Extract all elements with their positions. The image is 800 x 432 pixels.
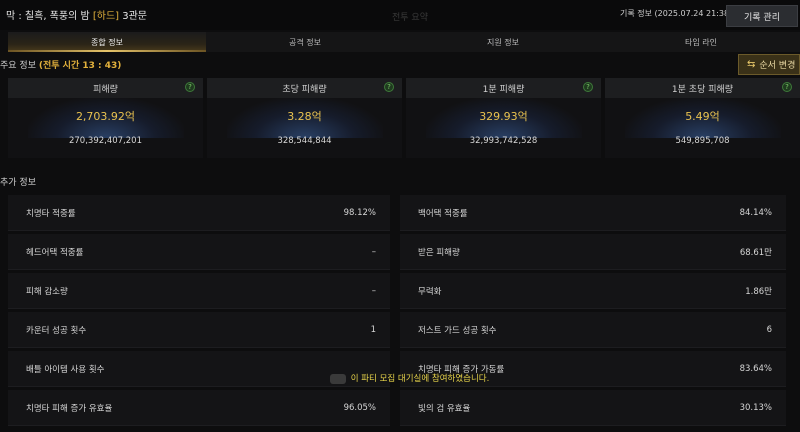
- stat-row: 빛의 검 유효율 30.13%: [400, 390, 786, 426]
- record-manage-button[interactable]: 기록 관리: [726, 5, 798, 27]
- stat-value: 83.64%: [739, 363, 772, 374]
- dps-card: 초당 피해량 ? 3.28억 328,544,844: [207, 78, 402, 158]
- stat-row: 치명타 피해 증가 유효율 96.05%: [8, 390, 390, 426]
- one-minute-damage-card: 1분 피해량 ? 329.93억 32,993,742,528: [406, 78, 601, 158]
- stat-value: 84.14%: [739, 207, 772, 218]
- stat-value: 1: [370, 324, 376, 335]
- tab-support[interactable]: 지원 정보: [404, 32, 602, 52]
- stat-label: 치명타 피해 증가 유효율: [26, 403, 113, 414]
- help-icon[interactable]: ?: [583, 82, 593, 92]
- stat-label: 받은 피해량: [418, 247, 460, 258]
- stat-value: 30.13%: [739, 402, 772, 413]
- stat-label: 무력화: [418, 286, 442, 297]
- one-minute-dps-card: 1분 초당 피해량 ? 5.49억 549,895,708: [605, 78, 800, 158]
- stat-value: –: [371, 285, 376, 296]
- card-main-value: 2,703.92억: [75, 110, 136, 123]
- stat-value: –: [371, 246, 376, 257]
- extra-heading: 추가 정보: [0, 178, 36, 188]
- difficulty-badge: [하드]: [92, 11, 120, 22]
- tab-attack[interactable]: 공격 정보: [206, 32, 404, 52]
- card-title: 피해량: [8, 78, 203, 98]
- card-sub-value: 32,993,742,528: [469, 136, 538, 146]
- raid-title: 막 : 칠흑, 폭풍의 밤 [하드] 3관문: [6, 7, 147, 22]
- system-toast: 이 파티 모집 대기실에 참여하였습니다.: [330, 372, 489, 384]
- card-title: 1분 초당 피해량: [605, 78, 800, 98]
- card-sub-value: 549,895,708: [675, 136, 730, 146]
- stat-label: 카운터 성공 횟수: [26, 325, 87, 336]
- stat-value: 96.05%: [343, 402, 376, 413]
- help-icon[interactable]: ?: [782, 82, 792, 92]
- stat-label: 빛의 검 유효율: [418, 403, 471, 414]
- order-change-button[interactable]: ⇆ 순서 변경: [738, 54, 800, 75]
- stat-row: 백어택 적중률 84.14%: [400, 195, 786, 231]
- card-main-value: 3.28억: [287, 110, 322, 123]
- stat-value: 98.12%: [343, 207, 376, 218]
- card-main-value: 329.93억: [479, 110, 528, 123]
- battle-time: (전투 시간 13 : 43): [38, 61, 122, 71]
- card-title: 1분 피해량: [406, 78, 601, 98]
- order-change-label: 순서 변경: [759, 61, 796, 71]
- gate-label: 3관문: [122, 11, 148, 22]
- stat-value: 1.86만: [745, 286, 772, 297]
- stat-row: 카운터 성공 횟수 1: [8, 312, 390, 348]
- stat-row: 헤드어택 적중률 –: [8, 234, 390, 270]
- stat-row: 피해 감소량 –: [8, 273, 390, 309]
- top-bar: 막 : 칠흑, 폭풍의 밤 [하드] 3관문 전투 요약 기록 정보 (2025…: [0, 0, 800, 30]
- stat-value: 6: [766, 324, 772, 335]
- damage-card: 피해량 ? 2,703.92억 270,392,407,201: [8, 78, 203, 158]
- stat-label: 피해 감소량: [26, 286, 68, 297]
- help-icon[interactable]: ?: [384, 82, 394, 92]
- summary-label: 주요 정보: [0, 61, 36, 71]
- stat-row: 받은 피해량 68.61만: [400, 234, 786, 270]
- card-sub-value: 270,392,407,201: [68, 136, 142, 146]
- stat-row: 무력화 1.86만: [400, 273, 786, 309]
- card-title: 초당 피해량: [207, 78, 402, 98]
- stat-value: 68.61만: [739, 247, 772, 258]
- toast-message: 이 파티 모집 대기실에 참여하였습니다.: [350, 374, 490, 384]
- stat-label: 백어택 적중률: [418, 208, 468, 219]
- stat-row: 치명타 적중률 98.12%: [8, 195, 390, 231]
- stat-label: 헤드어택 적중률: [26, 247, 84, 258]
- tab-overview[interactable]: 종합 정보: [8, 32, 206, 52]
- card-main-value: 5.49억: [685, 110, 720, 123]
- stat-label: 치명타 적중률: [26, 208, 76, 219]
- card-sub-value: 328,544,844: [277, 136, 332, 146]
- summary-heading: 주요 정보 (전투 시간 13 : 43): [0, 58, 121, 71]
- stat-label: 저스트 가드 성공 횟수: [418, 325, 497, 336]
- tab-timeline[interactable]: 타임 라인: [602, 32, 800, 52]
- raid-name: 막 : 칠흑, 폭풍의 밤: [6, 11, 90, 22]
- party-icon: [330, 373, 346, 384]
- stat-label: 배틀 아이템 사용 횟수: [26, 364, 105, 375]
- tab-bar: 종합 정보 공격 정보 지원 정보 타임 라인: [8, 32, 800, 52]
- help-icon[interactable]: ?: [185, 82, 195, 92]
- swap-icon: ⇆: [747, 59, 756, 70]
- background-ghost-text: 전투 요약: [392, 13, 428, 23]
- stat-row: 저스트 가드 성공 횟수 6: [400, 312, 786, 348]
- summary-cards: 피해량 ? 2,703.92억 270,392,407,201 초당 피해량 ?…: [8, 78, 800, 158]
